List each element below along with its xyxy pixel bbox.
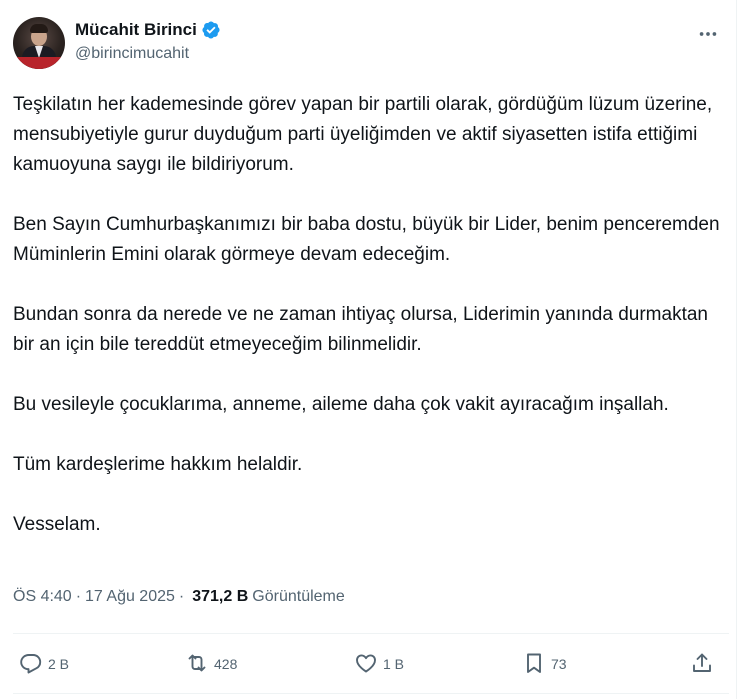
- like-button[interactable]: 1 B: [354, 647, 404, 681]
- more-icon[interactable]: [697, 23, 719, 45]
- tweet-time[interactable]: ÖS 4:40: [13, 588, 72, 606]
- repost-icon: [185, 651, 209, 678]
- share-button[interactable]: [690, 647, 714, 681]
- views-count[interactable]: 371,2 B: [192, 588, 248, 606]
- like-icon: [354, 651, 378, 678]
- bookmark-count: 73: [551, 656, 567, 672]
- tweet-paragraph: Teşkilatın her kademesinde görev yapan b…: [13, 94, 713, 175]
- meta-separator: ·: [178, 588, 185, 605]
- meta-separator: ·: [75, 588, 82, 605]
- reply-count: 2 B: [48, 656, 70, 672]
- action-bar: 2 B 428 1 B 73: [13, 647, 729, 681]
- author-handle[interactable]: @birincimucahit: [75, 45, 221, 63]
- author-block: Mücahit Birinci @birincimucahit: [75, 19, 221, 63]
- tweet-text: Teşkilatın her kademesinde görev yapan b…: [13, 90, 729, 540]
- tweet-paragraph: Vesselam.: [13, 514, 101, 535]
- views-label: Görüntüleme: [252, 588, 345, 605]
- reply-icon: [19, 651, 43, 678]
- tweet-card: Mücahit Birinci @birincimucahit Teşkilat…: [0, 0, 743, 699]
- repost-count: 428: [214, 656, 238, 672]
- tweet-paragraph: Bu vesileyle çocuklarıma, anneme, aileme…: [13, 394, 669, 415]
- bookmark-icon: [522, 651, 546, 678]
- author-display-name[interactable]: Mücahit Birinci: [75, 20, 197, 40]
- share-icon: [690, 651, 714, 678]
- like-count: 1 B: [383, 656, 405, 672]
- tweet-date[interactable]: 17 Ağu 2025: [85, 588, 175, 606]
- bookmark-button[interactable]: 73: [522, 647, 567, 681]
- tweet-header: Mücahit Birinci @birincimucahit: [13, 17, 729, 69]
- tweet-paragraph: Ben Sayın Cumhurbaşkanımızı bir baba dos…: [13, 214, 720, 265]
- tweet-meta: ÖS 4:40 · 17 Ağu 2025 · 371,2 B Görüntül…: [13, 588, 345, 606]
- repost-button[interactable]: 428: [185, 647, 237, 681]
- reply-button[interactable]: 2 B: [19, 647, 69, 681]
- frame-border: [736, 0, 737, 699]
- avatar[interactable]: [13, 17, 65, 69]
- divider: [13, 693, 729, 694]
- tweet-paragraph: Tüm kardeşlerime hakkım helaldir.: [13, 454, 303, 475]
- tweet-paragraph: Bundan sonra da nerede ve ne zaman ihtiy…: [13, 304, 708, 355]
- verified-badge-icon: [201, 20, 221, 40]
- divider: [13, 633, 729, 634]
